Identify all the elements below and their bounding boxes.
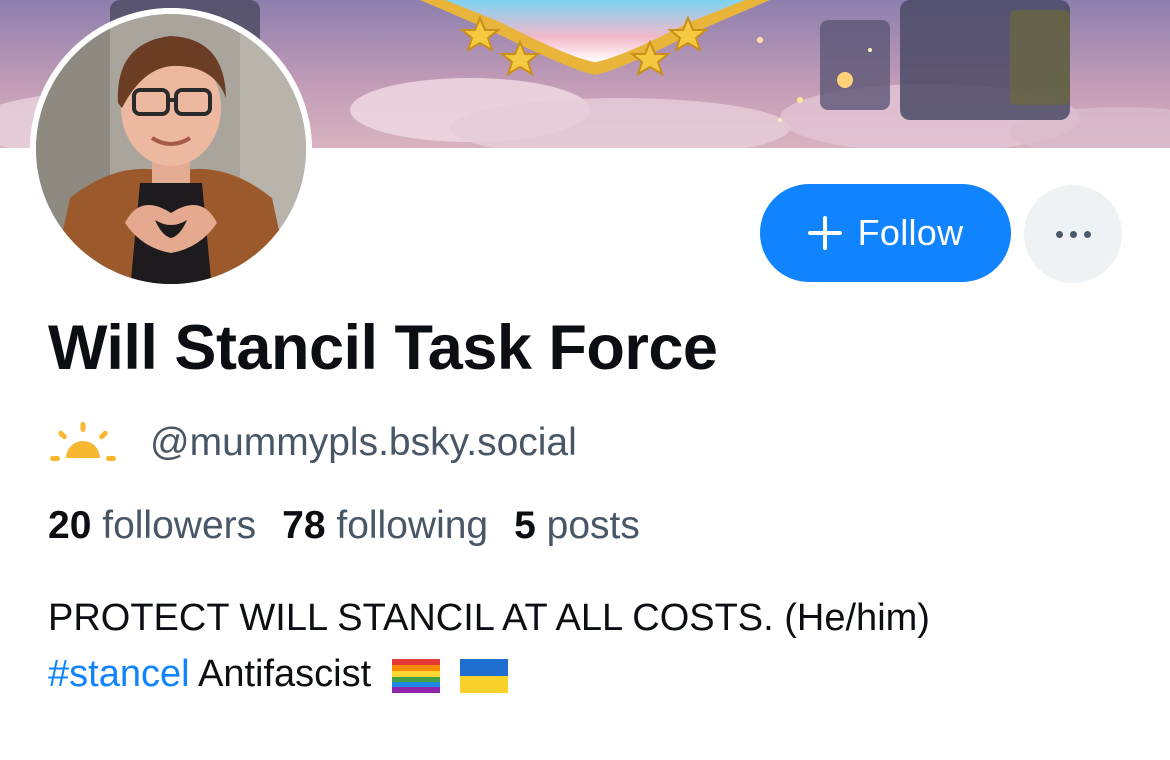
avatar-image	[30, 8, 312, 290]
follow-button[interactable]: Follow	[760, 184, 1011, 282]
sunrise-icon	[50, 422, 116, 461]
posts-count: 5 posts	[514, 504, 640, 548]
bio-text: Antifascist	[189, 653, 372, 695]
avatar[interactable]	[30, 8, 312, 290]
following-number: 78	[282, 504, 326, 547]
followers-count[interactable]: 20 followers	[48, 504, 256, 548]
ukraine-flag-icon	[460, 658, 509, 693]
followers-number: 20	[48, 504, 92, 547]
more-horizontal-icon-dot	[1069, 230, 1077, 238]
bio-line-1: PROTECT WILL STANCIL AT ALL COSTS. (He/h…	[48, 597, 930, 639]
plus-icon	[807, 216, 842, 250]
handle-row: @mummypls.bsky.social	[48, 418, 577, 468]
bio-line-2: #stancel Antifascist	[48, 646, 1138, 702]
following-count[interactable]: 78 following	[282, 504, 488, 548]
follow-button-label: Follow	[857, 212, 964, 253]
display-name: Will Stancil Task Force	[48, 313, 718, 383]
posts-label: posts	[546, 504, 640, 547]
rainbow-flag-icon	[391, 658, 440, 693]
more-horizontal-icon-dot	[1083, 230, 1091, 238]
followers-label: followers	[102, 504, 257, 547]
posts-number: 5	[514, 504, 536, 547]
more-horizontal-icon	[1055, 230, 1063, 238]
hashtag-link[interactable]: #stancel	[48, 653, 190, 695]
profile-bio: PROTECT WILL STANCIL AT ALL COSTS. (He/h…	[48, 590, 1138, 702]
more-options-button[interactable]	[1024, 185, 1122, 283]
following-label: following	[336, 504, 489, 547]
handle[interactable]: @mummypls.bsky.social	[150, 421, 577, 465]
profile-stats: 20 followers 78 following 5 posts	[48, 504, 666, 548]
